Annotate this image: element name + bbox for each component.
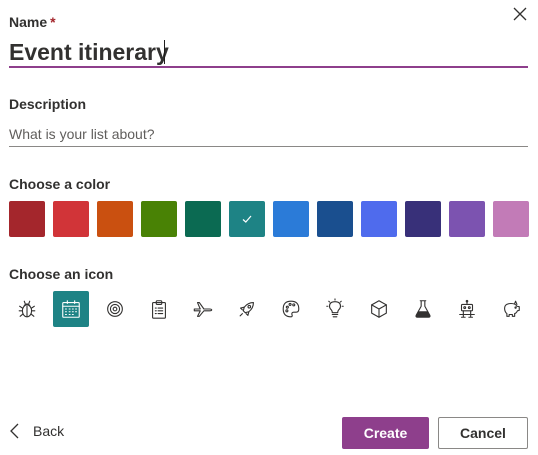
description-input[interactable] [9,122,528,147]
close-button[interactable] [510,4,530,24]
close-icon[interactable] [510,4,530,24]
color-label: Choose a color [9,176,111,192]
target-icon-option[interactable] [97,291,133,327]
color-swatch[interactable] [9,201,45,237]
flask-icon-option[interactable] [405,291,441,327]
color-swatch[interactable] [141,201,177,237]
flask-icon [415,300,431,318]
clipboard-icon-option[interactable] [141,291,177,327]
piggy-bank-icon-option[interactable] [493,291,529,327]
name-input[interactable] [9,38,528,68]
color-swatch[interactable] [273,201,309,237]
lightbulb-icon [326,298,344,318]
color-swatch[interactable] [53,201,89,237]
cube-icon [371,300,387,318]
color-swatch[interactable] [229,201,265,237]
checkmark-icon [242,215,252,223]
rocket-icon-option[interactable] [229,291,265,327]
color-swatch[interactable] [361,201,397,237]
color-swatch[interactable] [493,201,529,237]
piggy-bank-icon [504,300,520,317]
text-caret [164,40,165,64]
palette-icon-option[interactable] [273,291,309,327]
description-label: Description [9,96,87,112]
color-swatch-list [9,201,529,237]
create-button[interactable]: Create [342,417,429,449]
airplane-icon [193,302,213,317]
required-mark: * [50,14,56,30]
color-swatch[interactable] [97,201,133,237]
target-icon [107,301,123,317]
palette-icon [282,300,300,318]
back-label: Back [33,423,65,439]
icon-picker-list [9,291,529,327]
color-swatch[interactable] [449,201,485,237]
back-button[interactable]: Back [9,422,64,440]
clipboard-icon [152,300,166,319]
color-swatch[interactable] [405,201,441,237]
airplane-icon-option[interactable] [185,291,221,327]
robot-icon-option[interactable] [449,291,485,327]
bug-icon-option[interactable] [9,291,45,327]
name-label: Name * [9,14,56,30]
rocket-icon [239,302,254,317]
calendar-icon [62,300,80,318]
color-swatch[interactable] [317,201,353,237]
lightbulb-icon-option[interactable] [317,291,353,327]
calendar-icon-option[interactable] [53,291,89,327]
cancel-button[interactable]: Cancel [438,417,528,449]
bug-icon [18,300,36,318]
icon-label: Choose an icon [9,266,114,282]
name-label-text: Name [9,14,48,30]
robot-icon [459,299,475,318]
chevron-left-icon [10,423,19,439]
cube-icon-option[interactable] [361,291,397,327]
color-swatch[interactable] [185,201,221,237]
